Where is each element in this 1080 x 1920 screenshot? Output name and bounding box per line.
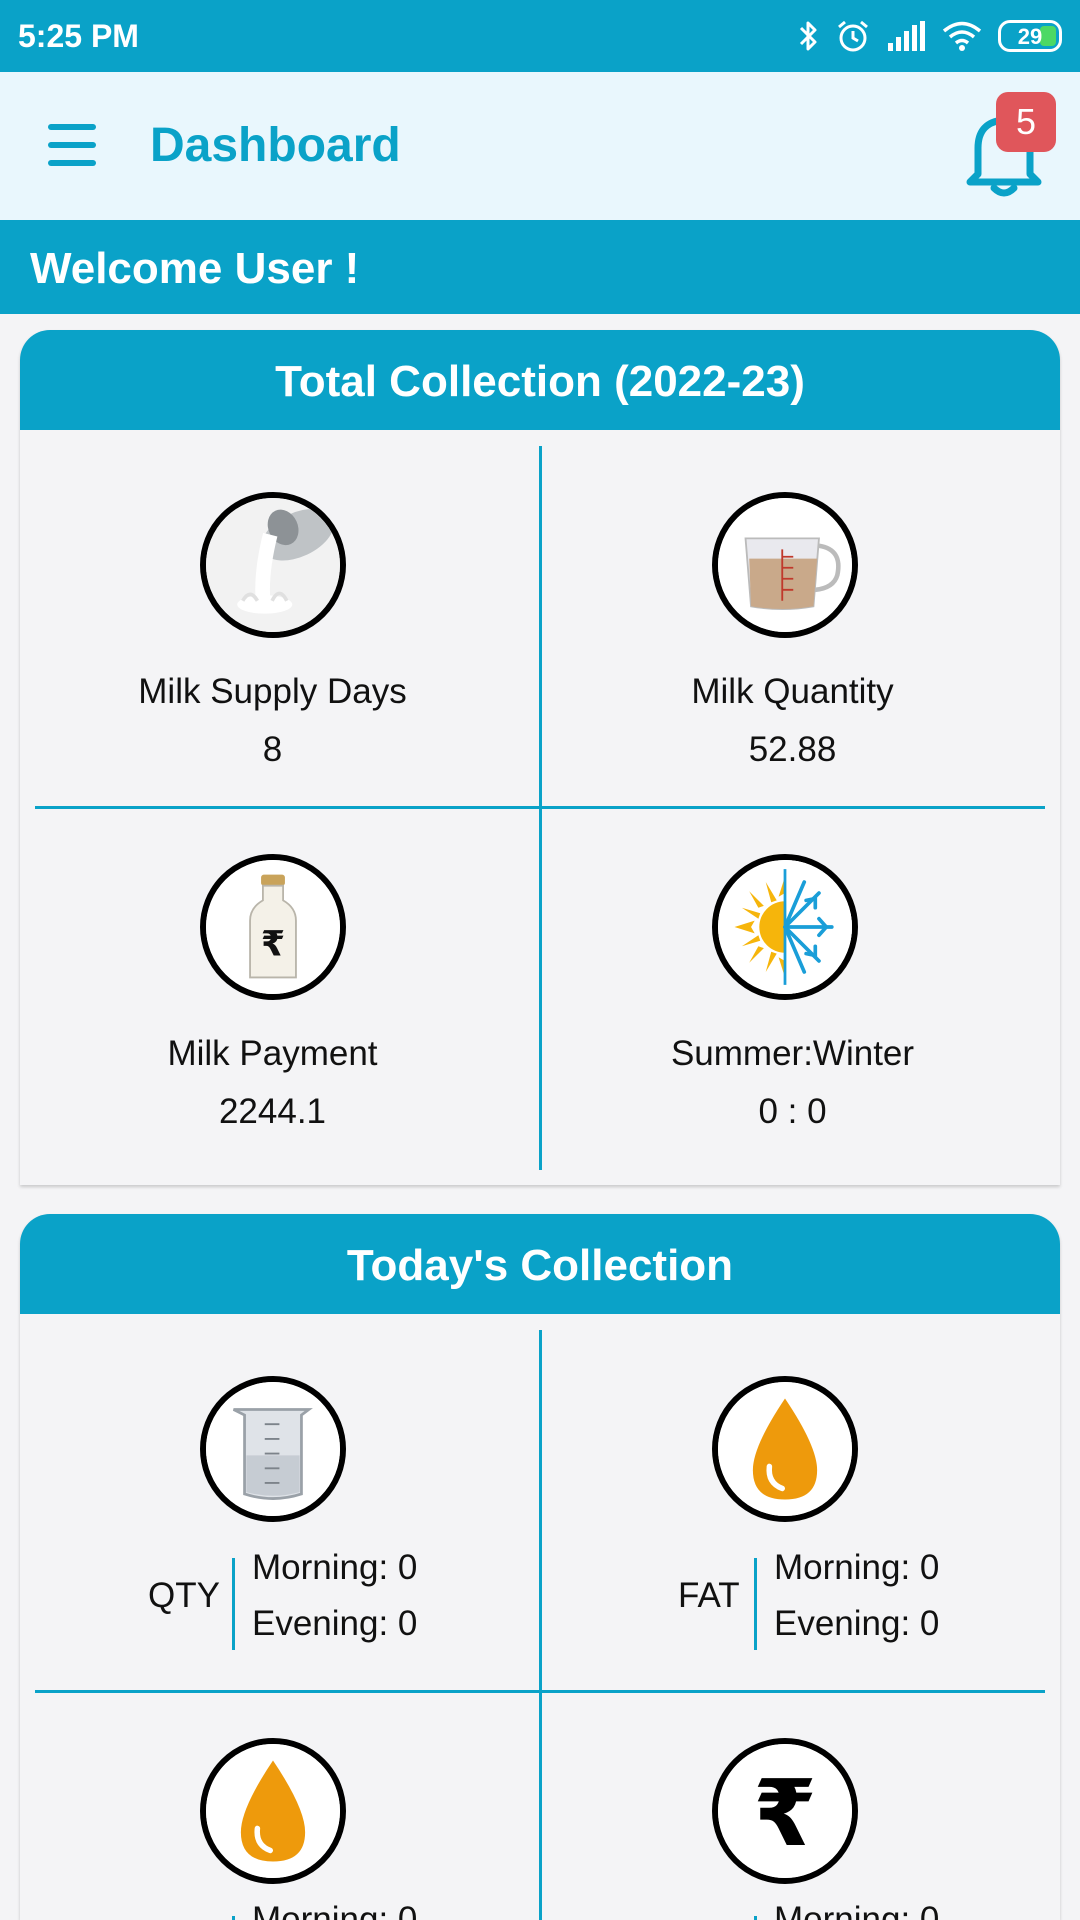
- amount-morning: Morning: 0: [774, 1900, 940, 1920]
- snf-separator: [232, 1916, 235, 1920]
- battery-text: 29: [1017, 24, 1043, 49]
- qty-morning: Morning: 0: [252, 1548, 418, 1587]
- hamburger-line: [48, 160, 96, 166]
- menu-button[interactable]: [46, 124, 102, 168]
- snf-tile[interactable]: Morning: 0: [20, 1694, 525, 1920]
- todays-collection-title: Today's Collection: [20, 1214, 1060, 1314]
- fat-tile[interactable]: FAT Morning: 0 Evening: 0: [540, 1314, 1045, 1690]
- total-collection-card: Total Collection (2022-23) Milk Supply D…: [20, 330, 1060, 1185]
- summer-winter-label: Summer:Winter: [670, 1034, 915, 1073]
- fat-morning: Morning: 0: [774, 1548, 940, 1587]
- milk-supply-days-value: 8: [262, 730, 283, 769]
- alarm-icon: [836, 19, 870, 53]
- app-bar: Dashboard: [0, 72, 1080, 220]
- qty-tile[interactable]: QTY Morning: 0 Evening: 0: [20, 1314, 525, 1690]
- milk-payment-value: 2244.1: [218, 1092, 327, 1131]
- amount-tile[interactable]: ₹ Morning: 0: [540, 1694, 1045, 1920]
- milk-quantity-value: 52.88: [748, 730, 837, 769]
- page-title: Dashboard: [150, 119, 401, 172]
- oil-drop-icon: [712, 1376, 858, 1522]
- summer-winter-value: 0 : 0: [758, 1092, 827, 1131]
- milk-quantity-label: Milk Quantity: [691, 672, 894, 711]
- horizontal-divider: [35, 1690, 1045, 1693]
- wifi-icon: [942, 20, 982, 52]
- todays-collection-card: Today's Collection QTY Morning: 0 Evenin…: [20, 1214, 1060, 1920]
- beaker-icon: [200, 1376, 346, 1522]
- qty-evening: Evening: 0: [252, 1604, 418, 1643]
- hamburger-line: [48, 142, 96, 148]
- measuring-cup-icon: [712, 492, 858, 638]
- fat-separator: [754, 1558, 757, 1650]
- milk-pour-icon: [200, 492, 346, 638]
- notification-badge: 5: [996, 92, 1056, 152]
- snf-morning: Morning: 0: [252, 1900, 418, 1920]
- qty-label: QTY: [148, 1576, 220, 1615]
- hamburger-line: [48, 124, 96, 130]
- rupee-icon: ₹: [712, 1738, 858, 1884]
- svg-text:₹: ₹: [261, 924, 285, 964]
- sun-snowflake-icon: [712, 854, 858, 1000]
- status-time: 5:25 PM: [18, 18, 139, 54]
- qty-separator: [232, 1558, 235, 1650]
- battery-icon: 29: [998, 20, 1062, 52]
- milk-payment-tile[interactable]: ₹ Milk Payment 2244.1: [20, 810, 525, 1180]
- milk-bottle-rupee-icon: ₹: [200, 854, 346, 1000]
- status-bar: 5:25 PM 29: [0, 0, 1080, 72]
- welcome-banner: Welcome User !: [0, 220, 1080, 314]
- milk-supply-days-tile[interactable]: Milk Supply Days 8: [20, 430, 525, 810]
- oil-drop-icon: [200, 1738, 346, 1884]
- svg-text:₹: ₹: [753, 1760, 817, 1867]
- signal-icon: [886, 21, 926, 51]
- fat-label: FAT: [678, 1576, 740, 1615]
- fat-evening: Evening: 0: [774, 1604, 940, 1643]
- amount-separator: [754, 1916, 757, 1920]
- welcome-text: Welcome User !: [30, 244, 360, 293]
- summer-winter-tile[interactable]: Summer:Winter 0 : 0: [540, 810, 1045, 1180]
- bluetooth-icon: [798, 19, 820, 53]
- total-collection-title: Total Collection (2022-23): [20, 330, 1060, 430]
- status-icons: 29: [798, 16, 1062, 56]
- milk-quantity-tile[interactable]: Milk Quantity 52.88: [540, 430, 1045, 810]
- milk-supply-days-label: Milk Supply Days: [138, 672, 407, 711]
- milk-payment-label: Milk Payment: [167, 1034, 378, 1073]
